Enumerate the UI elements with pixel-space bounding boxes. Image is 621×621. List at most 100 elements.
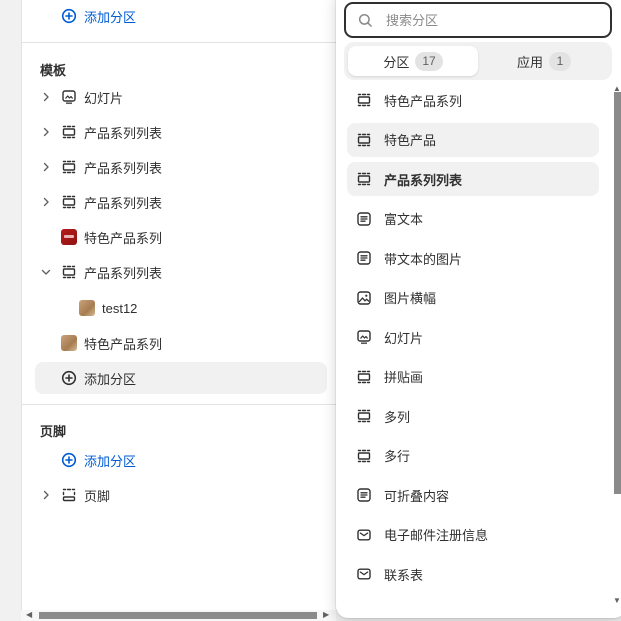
text-block-icon	[356, 211, 372, 227]
count-badge: 1	[549, 51, 571, 71]
text-block-icon	[356, 487, 372, 503]
footer-add-section-button[interactable]: 添加分区	[22, 444, 337, 476]
tree-item-label: 特色产品系列	[84, 230, 163, 246]
scroll-left-icon[interactable]: ◀	[26, 611, 34, 619]
section-option-label: 多行	[384, 449, 411, 464]
tab-sections[interactable]: 分区 17	[348, 46, 478, 76]
sections-tree: 添加分区 模板 幻灯片 产品系列列表 产品系列列表 产品系列列表 特色产品系列 …	[21, 0, 337, 610]
section-icon	[356, 132, 372, 148]
image-thumbnail	[79, 300, 95, 316]
scroll-down-icon[interactable]: ▼	[613, 596, 621, 605]
chevron-right-icon[interactable]	[40, 91, 52, 103]
section-option[interactable]: 联系表	[347, 557, 599, 591]
section-option[interactable]: 特色产品	[347, 122, 599, 157]
search-field[interactable]	[344, 2, 612, 38]
section-option[interactable]: 多列	[347, 399, 599, 433]
section-option[interactable]: 产品系列列表	[347, 162, 599, 196]
tab-label: 应用	[516, 54, 543, 70]
email-icon	[356, 527, 372, 543]
section-icon	[61, 124, 77, 140]
tree-item-featured-collection[interactable]: 特色产品系列	[22, 221, 337, 253]
text-block-icon	[356, 250, 372, 266]
email-icon	[356, 566, 372, 582]
search-input[interactable]	[386, 10, 596, 30]
tree-item-label: 产品系列列表	[84, 125, 163, 141]
count-badge: 17	[415, 51, 443, 71]
section-tabs: 分区 17 应用 1	[344, 42, 612, 80]
tree-item-collection-list[interactable]: 产品系列列表	[22, 151, 337, 183]
sections-sidebar: 添加分区 模板 幻灯片 产品系列列表 产品系列列表 产品系列列表 特色产品系列 …	[0, 0, 350, 621]
tree-item-collection-list[interactable]: 产品系列列表	[22, 186, 337, 218]
section-option[interactable]: 可折叠内容	[347, 478, 599, 512]
tree-item-footer[interactable]: 页脚	[22, 479, 337, 511]
section-icon	[61, 194, 77, 210]
plus-circle-icon	[61, 370, 77, 386]
section-option[interactable]: 电子邮件注册信息	[347, 518, 599, 552]
section-option-label: 富文本	[384, 212, 424, 227]
section-option[interactable]: 拼贴画	[347, 360, 599, 394]
slideshow-icon	[61, 89, 77, 105]
section-option[interactable]: 带文本的图片	[347, 241, 599, 275]
plus-circle-icon	[61, 452, 77, 468]
slideshow-icon	[356, 329, 372, 345]
scroll-right-icon[interactable]: ▶	[323, 611, 331, 619]
section-option-label: 特色产品系列	[384, 93, 463, 109]
section-option[interactable]: 多行	[347, 439, 599, 473]
section-option-label: 带文本的图片	[384, 251, 463, 267]
tree-item-label: 幻灯片	[84, 90, 124, 106]
section-icon	[356, 448, 372, 464]
search-icon	[358, 13, 373, 28]
tree-item-label: 特色产品系列	[84, 336, 163, 352]
tab-label: 分区	[383, 54, 410, 70]
add-section-label: 添加分区	[84, 9, 137, 25]
section-option-label: 产品系列列表	[384, 172, 463, 188]
add-section-top-button[interactable]: 添加分区	[22, 0, 337, 32]
section-option-label: 特色产品	[384, 133, 437, 148]
tree-item-label: 页脚	[84, 488, 111, 504]
vertical-scrollbar[interactable]: ▲ ▼	[612, 84, 621, 610]
divider	[22, 42, 337, 43]
section-icon	[61, 264, 77, 280]
tree-item-collection-list[interactable]: 产品系列列表	[22, 116, 337, 148]
section-option-label: 拼贴画	[384, 370, 424, 385]
section-option-label: 多列	[384, 409, 411, 425]
section-option-label: 联系表	[384, 567, 424, 583]
tree-item-block-test12[interactable]: test12	[22, 292, 337, 324]
section-icon	[356, 171, 372, 187]
tree-item-collection-list-expanded[interactable]: 产品系列列表	[22, 256, 337, 288]
section-icon	[356, 92, 372, 108]
section-icon	[356, 369, 372, 385]
section-option-label: 图片横幅	[384, 291, 437, 306]
tree-item-featured-collection[interactable]: 特色产品系列	[22, 327, 337, 359]
scrollbar-thumb[interactable]	[39, 612, 317, 619]
footer-heading: 页脚	[40, 424, 67, 439]
chevron-right-icon[interactable]	[40, 126, 52, 138]
section-option-label: 幻灯片	[384, 330, 424, 346]
chevron-right-icon[interactable]	[40, 196, 52, 208]
horizontal-scrollbar[interactable]: ◀ ▶	[21, 610, 336, 621]
image-icon	[356, 290, 372, 306]
tab-apps[interactable]: 应用 1	[480, 46, 608, 76]
add-section-button[interactable]: 添加分区	[35, 362, 327, 394]
section-option[interactable]: 富文本	[347, 202, 599, 236]
section-option[interactable]: 特色产品系列	[347, 83, 599, 117]
plus-circle-icon	[61, 8, 77, 24]
section-option-label: 可折叠内容	[384, 488, 450, 504]
scrollbar-thumb[interactable]	[614, 92, 621, 494]
image-thumbnail	[61, 229, 77, 245]
section-option[interactable]: 幻灯片	[347, 320, 599, 354]
tree-item-label: 产品系列列表	[84, 265, 163, 281]
chevron-right-icon[interactable]	[40, 161, 52, 173]
chevron-down-icon[interactable]	[40, 266, 52, 278]
section-icon	[356, 408, 372, 424]
section-option-label: 电子邮件注册信息	[384, 528, 489, 543]
footer-icon	[61, 487, 77, 503]
add-section-label: 添加分区	[84, 371, 137, 387]
image-thumbnail	[61, 335, 77, 351]
tree-item-slideshow[interactable]: 幻灯片	[22, 81, 337, 113]
chevron-right-icon[interactable]	[40, 489, 52, 501]
tree-item-label: 产品系列列表	[84, 195, 163, 211]
section-option[interactable]: 图片横幅	[347, 281, 599, 315]
section-icon	[61, 159, 77, 175]
tree-item-label: test12	[102, 300, 138, 316]
